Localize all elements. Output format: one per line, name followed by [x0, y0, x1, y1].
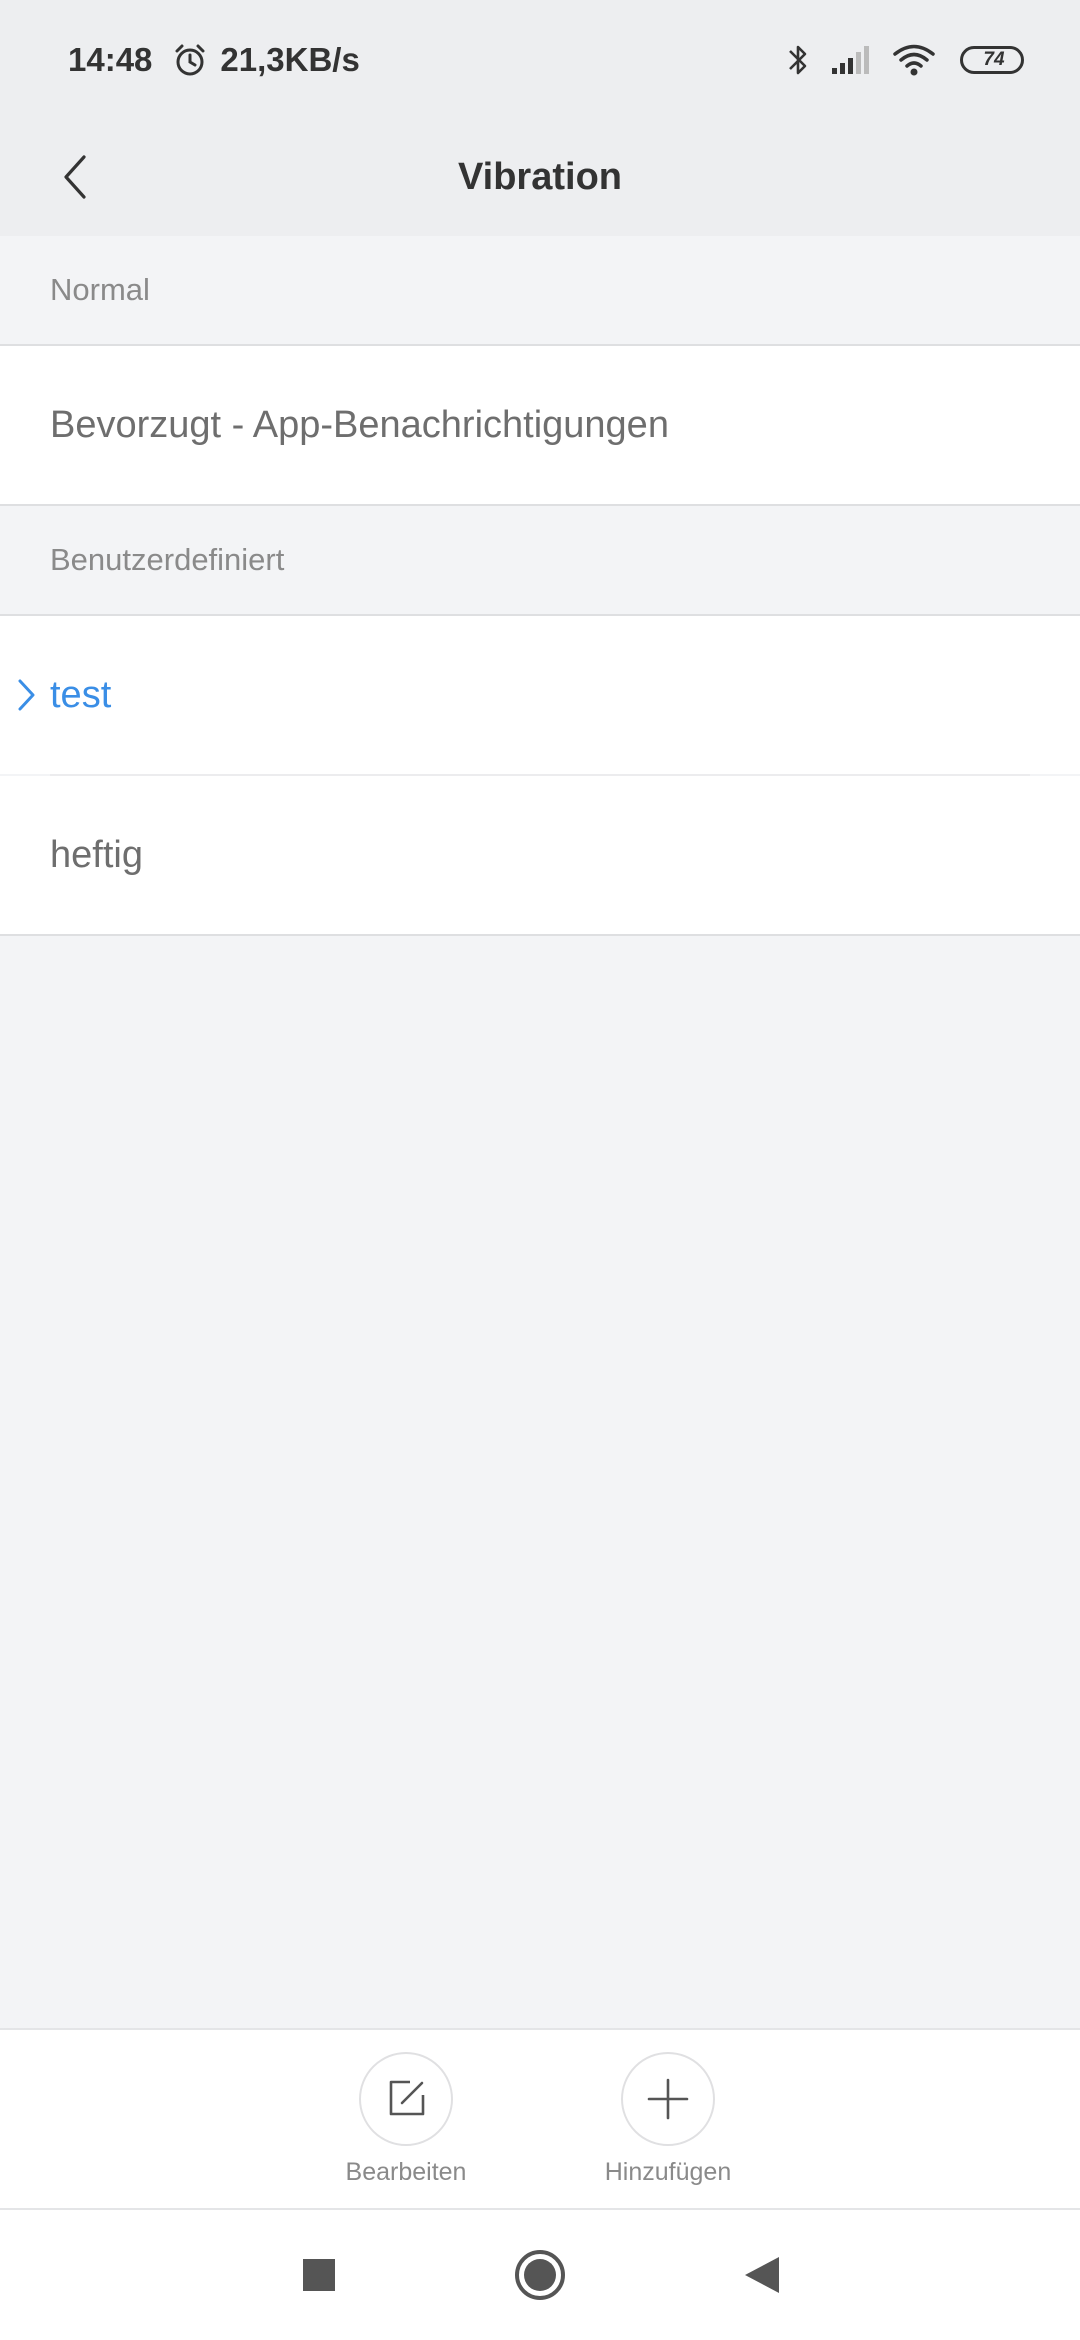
status-bar: 14:48 21,3KB/s 74	[0, 0, 1080, 118]
section-label-custom: Benutzerdefiniert	[50, 542, 285, 577]
list-item-test[interactable]: test	[0, 616, 1080, 774]
chevron-right-icon	[16, 678, 38, 712]
add-button-circle[interactable]	[621, 2052, 715, 2146]
list-item-label: Bevorzugt - App-Benachrichtigungen	[50, 403, 669, 446]
battery-level: 74	[983, 49, 1005, 70]
home-button[interactable]	[505, 2240, 575, 2310]
plus-icon	[646, 2077, 690, 2121]
cell-signal-icon	[830, 44, 872, 76]
navigation-bar	[0, 2210, 1080, 2340]
alarm-clock-icon	[172, 42, 208, 78]
bluetooth-icon	[786, 41, 810, 79]
edit-button-circle[interactable]	[359, 2052, 453, 2146]
recents-button[interactable]	[284, 2240, 354, 2310]
edit-icon	[384, 2077, 428, 2121]
list-item-bevorzugt[interactable]: Bevorzugt - App-Benachrichtigungen	[0, 346, 1080, 504]
top-app-bar: Vibration	[0, 118, 1080, 236]
page-title: Vibration	[458, 155, 622, 198]
network-speed: 21,3KB/s	[220, 41, 360, 78]
divider	[0, 934, 1080, 936]
triangle-back-icon	[743, 2255, 781, 2295]
add-label: Hinzufügen	[604, 2158, 732, 2186]
edit-label: Bearbeiten	[345, 2158, 467, 2186]
battery-icon: 74	[960, 46, 1024, 74]
list-item-label: test	[50, 673, 112, 716]
nav-back-button[interactable]	[727, 2240, 797, 2310]
section-header-normal: Normal	[0, 236, 1080, 344]
status-right: 74	[786, 36, 1024, 84]
list-item-label: heftig	[50, 833, 143, 876]
status-left: 14:48 21,3KB/s	[68, 36, 360, 84]
list-item-heftig[interactable]: heftig	[0, 776, 1080, 934]
edit-button[interactable]: Bearbeiten	[321, 2052, 491, 2187]
chevron-left-icon	[60, 153, 90, 201]
status-time: 14:48	[68, 41, 153, 78]
back-button[interactable]	[40, 142, 110, 212]
section-header-custom: Benutzerdefiniert	[0, 506, 1080, 614]
bottom-action-bar: Bearbeiten Hinzufügen	[0, 2028, 1080, 2210]
section-label-normal: Normal	[50, 272, 150, 307]
circle-icon	[513, 2248, 567, 2302]
add-button[interactable]: Hinzufügen	[583, 2052, 753, 2187]
square-icon	[302, 2258, 336, 2292]
wifi-icon	[892, 43, 936, 77]
